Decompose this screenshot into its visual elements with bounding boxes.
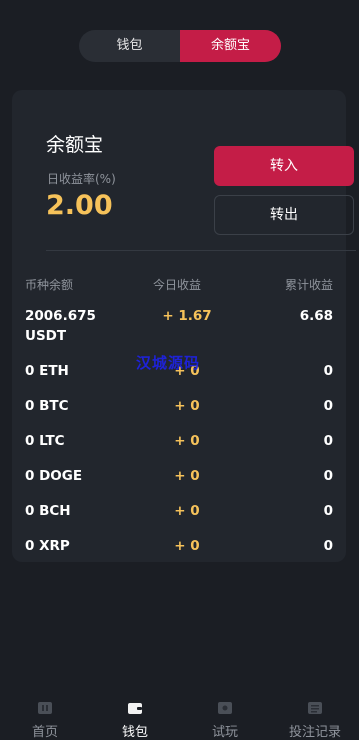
row-total: 0: [323, 538, 333, 554]
row-balance: 0 ETH: [25, 363, 69, 379]
divider: [46, 250, 356, 251]
bottom-tabbar: 首页 钱包 试玩 投注记录: [0, 690, 359, 740]
table-row: 0 LTC + 0 0: [12, 431, 346, 451]
tab-home-label: 首页: [31, 725, 58, 740]
home-icon: [38, 699, 52, 714]
table-row: 0 XRP + 0 0: [12, 536, 346, 556]
daily-rate-value: 2.00: [46, 190, 113, 221]
tab-bet-records[interactable]: 投注记录: [270, 690, 359, 740]
row-balance: 0 XRP: [25, 538, 70, 554]
row-balance: 0 LTC: [25, 433, 65, 449]
yuebao-card: 余额宝 日收益率(%) 2.00 转入 转出 币种余额 今日收益 累计收益 20…: [12, 90, 356, 562]
transfer-out-button[interactable]: 转出: [214, 195, 354, 235]
row-today: + 0: [174, 433, 200, 449]
header-today: 今日收益: [153, 278, 202, 292]
wallet-icon: [128, 699, 142, 714]
play-icon: [218, 699, 232, 714]
row-total: 0: [323, 503, 333, 519]
row-today: + 0: [174, 468, 200, 484]
row-today: + 0: [174, 538, 200, 554]
header-total: 累计收益: [284, 278, 333, 292]
transfer-in-button[interactable]: 转入: [214, 146, 354, 186]
tab-play-label: 试玩: [211, 725, 238, 740]
header-balance: 币种余额: [25, 278, 74, 292]
tab-wallet-label: 钱包: [121, 725, 148, 740]
table-row: 2006.675 USDT + 1.67 6.68: [12, 306, 346, 346]
row-today: + 0: [174, 503, 200, 519]
row-total: 0: [323, 433, 333, 449]
row-total: 0: [323, 398, 333, 414]
card-title: 余额宝: [46, 134, 104, 156]
daily-rate-label: 日收益率(%): [47, 172, 116, 186]
row-total: 0: [323, 468, 333, 484]
segment-yuebao-tab[interactable]: 余额宝: [180, 30, 281, 62]
row-today: + 0: [174, 398, 200, 414]
row-balance: 2006.675 USDT: [25, 308, 96, 344]
row-balance: 0 DOGE: [25, 468, 83, 484]
tab-home[interactable]: 首页: [0, 690, 90, 740]
table-row: 0 BTC + 0 0: [12, 396, 346, 416]
tab-wallet[interactable]: 钱包: [90, 690, 180, 740]
tab-bet-records-label: 投注记录: [288, 725, 341, 740]
watermark-text: 汉城源码: [136, 354, 201, 372]
segment-wallet-tab[interactable]: 钱包: [79, 30, 180, 62]
tab-play[interactable]: 试玩: [180, 690, 270, 740]
table-row: 0 BCH + 0 0: [12, 501, 346, 521]
record-icon: [308, 699, 322, 714]
row-balance: 0 BTC: [25, 398, 69, 414]
wallet-segment-control: 钱包 余额宝: [79, 30, 281, 62]
row-total: 6.68: [299, 308, 333, 324]
table-row: 0 DOGE + 0 0: [12, 466, 346, 486]
row-total: 0: [323, 363, 333, 379]
row-today: + 1.67: [162, 308, 212, 324]
table-header: 币种余额 今日收益 累计收益: [12, 276, 346, 292]
row-balance: 0 BCH: [25, 503, 71, 519]
